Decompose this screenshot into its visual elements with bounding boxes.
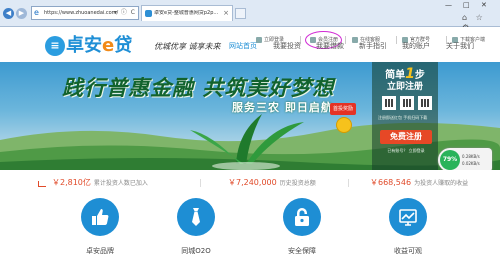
nav-account[interactable]: 我的账户 [402, 41, 430, 51]
maximize-icon[interactable]: □ [463, 1, 470, 9]
divider [348, 179, 349, 187]
forward-button[interactable]: ▶ [16, 8, 27, 19]
close-window-icon[interactable]: ✕ [481, 1, 487, 9]
address-bar[interactable]: e https://www.zhuoanedai.com/ ▾ ⓘ C [31, 6, 139, 20]
register-info: 注册即送红包 手机扫码下载 [378, 115, 428, 120]
site-logo[interactable]: 卓安e贷 [66, 35, 132, 57]
minimize-icon[interactable]: — [445, 1, 452, 9]
feature-returns[interactable]: 收益可观 [378, 198, 438, 260]
upload-speed: 0.28KB/s [462, 154, 480, 159]
lock-icon [295, 208, 309, 226]
thumbs-up-icon [92, 209, 109, 225]
tab-title: 卓安e贷-整城普惠网贷p2p... [154, 10, 219, 16]
stat-total-invest: ￥7,240,000 历史投资总额 [228, 178, 316, 187]
back-button[interactable]: ◀ [3, 8, 14, 19]
stat-earnings: ￥668,546 为投资人赚取的收益 [370, 178, 469, 187]
address-url[interactable]: https://www.zhuoanedai.com/ [44, 9, 118, 18]
existing-login-link[interactable]: 已有账号？ 立即登录 [378, 148, 434, 154]
register-panel: 简单1步 立即注册 注册即送红包 手机扫码下载 免费注册 已有账号？ 立即登录 [372, 62, 438, 170]
feature-label: 卓安品牌 [86, 247, 114, 255]
network-speed-widget[interactable]: 79% 0.28KB/s 0.02KB/s [438, 148, 492, 170]
tab-close-icon[interactable]: × [223, 9, 229, 17]
qr-code-icon [382, 96, 396, 110]
feature-label: 收益可观 [394, 247, 422, 255]
feature-o2o[interactable]: 同城O2O [166, 198, 226, 260]
qr-code-icon [418, 96, 432, 110]
stat-investors: ￥2,810亿 累计投资人数已加入 [38, 176, 148, 191]
register-steps-title: 简单1步 [385, 66, 425, 82]
download-speed: 0.02KB/s [462, 161, 480, 166]
banner-headline: 践行普惠金融 共筑美好梦想 [62, 75, 335, 100]
feature-brand[interactable]: 卓安品牌 [70, 198, 130, 260]
tie-icon [192, 208, 200, 226]
register-subtitle: 立即注册 [386, 82, 423, 92]
nav-about[interactable]: 关于我们 [446, 41, 474, 51]
header-slogan: 优城优享 诚享未来 [154, 42, 221, 51]
chart-icon [399, 209, 417, 226]
nav-borrow[interactable]: 我要借款 [316, 41, 344, 51]
platform-stats: ￥2,810亿 累计投资人数已加入 ￥7,240,000 历史投资总额 ￥668,5… [0, 176, 500, 190]
divider [200, 179, 201, 187]
address-tools-icon[interactable]: ▾ ⓘ C [114, 8, 136, 18]
feature-label: 安全保障 [288, 247, 316, 255]
logo-mark-icon[interactable]: ≡ [45, 36, 65, 56]
promo-badge: 首投奖励 [330, 103, 356, 115]
trend-icon [38, 180, 46, 187]
ie-logo-icon: e [34, 8, 39, 17]
nav-invest[interactable]: 我要投资 [273, 41, 301, 51]
mascot-icon [336, 117, 352, 133]
new-tab-button[interactable] [235, 8, 246, 19]
qr-code-icon [400, 96, 414, 110]
free-register-button[interactable]: 免费注册 [380, 130, 432, 144]
nav-guide[interactable]: 新手指引 [359, 41, 387, 51]
site-header: ≡ 卓安e贷 优城优享 诚享未来 网站首页 我要投资 我要借款 新手指引 我的账… [0, 34, 500, 62]
browser-chrome: ◀ ▶ e https://www.zhuoanedai.com/ ▾ ⓘ C … [0, 0, 500, 32]
banner-subheadline: 服务三农 即日启航 [232, 101, 333, 114]
hero-banner[interactable]: 践行普惠金融 共筑美好梦想 服务三农 即日启航 首投奖励 简单1步 立即注册 注… [0, 62, 500, 170]
favicon-icon [145, 10, 152, 17]
feature-label: 同城O2O [181, 247, 211, 255]
feature-security[interactable]: 安全保障 [272, 198, 332, 260]
browser-tab[interactable]: 卓安e贷-整城普惠网贷p2p... × [141, 5, 233, 21]
nav-home[interactable]: 网站首页 [229, 41, 257, 51]
speed-circle: 79% [440, 150, 460, 170]
